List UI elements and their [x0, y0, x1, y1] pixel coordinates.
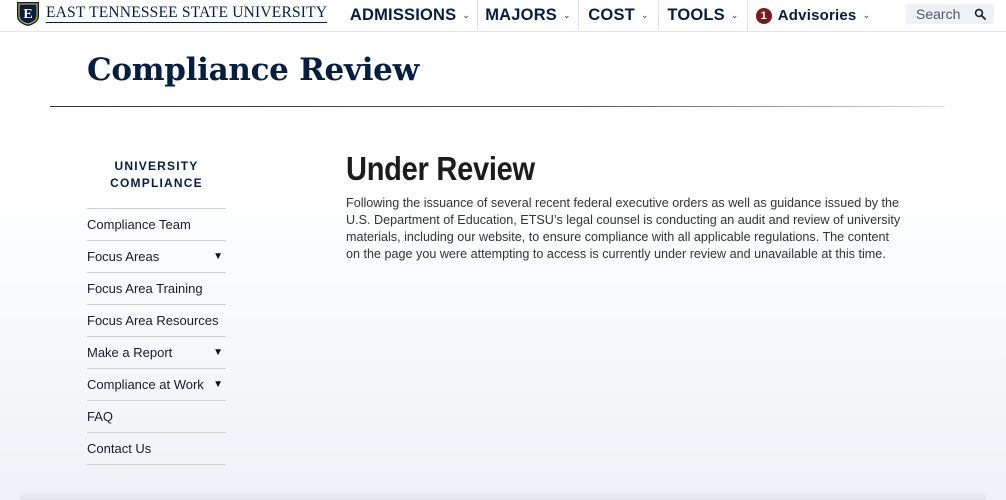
chevron-down-icon: ⌄	[462, 10, 471, 20]
caret-down-icon[interactable]: ▼	[213, 347, 223, 358]
sidebar-heading-line2: COMPLIANCE	[110, 176, 203, 190]
sidebar-item-label: FAQ	[87, 409, 114, 424]
etsu-shield-logo-icon: E	[17, 2, 39, 26]
nav-admissions[interactable]: ADMISSIONS ⌄	[343, 0, 478, 31]
nav-majors[interactable]: MAJORS ⌄	[478, 0, 579, 31]
content-body-text: Following the issuance of several recent…	[346, 196, 901, 261]
sidebar-item-focus-area-resources[interactable]: Focus Area Resources	[87, 305, 226, 337]
chevron-down-icon: ⌄	[563, 10, 571, 20]
sidebar-item-focus-area-training[interactable]: Focus Area Training	[87, 273, 226, 305]
chevron-down-icon: ⌄	[862, 10, 871, 20]
nav-advisories[interactable]: 1 Advisories ⌄	[748, 0, 878, 31]
sidebar-item-label: Compliance at Work	[87, 377, 204, 392]
nav-admissions-label: ADMISSIONS	[349, 6, 457, 24]
sidebar-item-compliance-at-work[interactable]: Compliance at Work ▼	[87, 369, 226, 401]
sidebar-item-label: Focus Area Training	[87, 281, 203, 296]
nav-cost-label: COST	[588, 6, 635, 24]
sidebar-item-label: Make a Report	[87, 345, 173, 360]
chevron-down-icon: ⌄	[730, 10, 739, 20]
search-box[interactable]: Search	[906, 4, 994, 24]
sidebar-item-label: Compliance Team	[87, 217, 191, 232]
nav-cost[interactable]: COST ⌄	[579, 0, 659, 31]
nav-advisories-label: Advisories	[777, 7, 857, 24]
footer-shadow-divider	[20, 490, 986, 500]
sidebar-item-faq[interactable]: FAQ	[87, 401, 226, 433]
sidebar-item-compliance-team[interactable]: Compliance Team	[87, 209, 226, 241]
page-title: Compliance Review	[87, 52, 419, 88]
caret-down-icon[interactable]: ▼	[213, 251, 223, 262]
sidebar-item-label: Focus Area Resources	[87, 313, 219, 328]
search-icon[interactable]	[974, 8, 986, 20]
title-divider	[50, 106, 945, 107]
sidebar-navigation: UNIVERSITY COMPLIANCE Compliance Team Fo…	[87, 158, 226, 465]
caret-down-icon[interactable]: ▼	[213, 379, 223, 390]
etsu-logo-link[interactable]: E EAST TENNESSEE STATE UNIVERSITY	[16, 1, 328, 27]
nav-tools[interactable]: TOOLS ⌄	[659, 0, 748, 31]
chevron-down-icon: ⌄	[640, 10, 649, 20]
sidebar-item-focus-areas[interactable]: Focus Areas ▼	[87, 241, 226, 273]
sidebar-item-label: Contact Us	[87, 441, 152, 456]
sidebar-heading-line1: UNIVERSITY	[114, 159, 199, 173]
sidebar-heading[interactable]: UNIVERSITY COMPLIANCE	[87, 158, 226, 209]
nav-majors-label: MAJORS	[485, 6, 558, 24]
sidebar-item-label: Focus Areas	[87, 249, 160, 264]
top-navigation-bar: E EAST TENNESSEE STATE UNIVERSITY ADMISS…	[0, 0, 1006, 32]
content-heading: Under Review	[346, 150, 535, 187]
advisory-count-badge: 1	[755, 7, 772, 24]
search-input[interactable]: Search	[916, 6, 960, 22]
sidebar-item-make-a-report[interactable]: Make a Report ▼	[87, 337, 226, 369]
sidebar-item-contact-us[interactable]: Contact Us	[87, 433, 226, 465]
nav-tools-label: TOOLS	[667, 6, 725, 24]
university-name: EAST TENNESSEE STATE UNIVERSITY	[46, 4, 328, 23]
svg-text:E: E	[23, 7, 32, 22]
